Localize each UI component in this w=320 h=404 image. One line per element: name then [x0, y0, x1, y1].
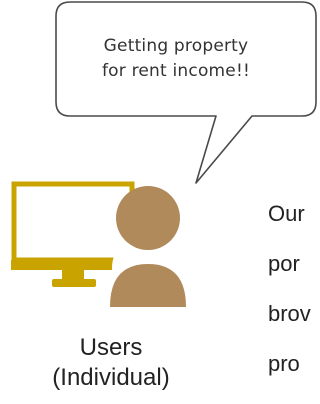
speech-bubble-line-1: Getting property — [103, 36, 249, 56]
person-icon — [106, 186, 190, 307]
side-text-line-4: pro — [268, 351, 300, 376]
user-label: Users (Individual) — [30, 333, 192, 393]
side-text-line-2: por — [268, 251, 300, 276]
side-text-line-1: Our — [268, 201, 305, 226]
speech-bubble-text: Getting property for rent income!! — [62, 34, 290, 84]
side-text-block: Our por brov pro — [268, 202, 320, 402]
side-text-line-3: brov — [268, 301, 311, 326]
user-label-line-1: Users — [79, 334, 143, 361]
speech-bubble — [55, 1, 317, 184]
user-label-line-2: (Individual) — [52, 364, 170, 391]
speech-bubble-line-2: for rent income!! — [102, 61, 250, 81]
